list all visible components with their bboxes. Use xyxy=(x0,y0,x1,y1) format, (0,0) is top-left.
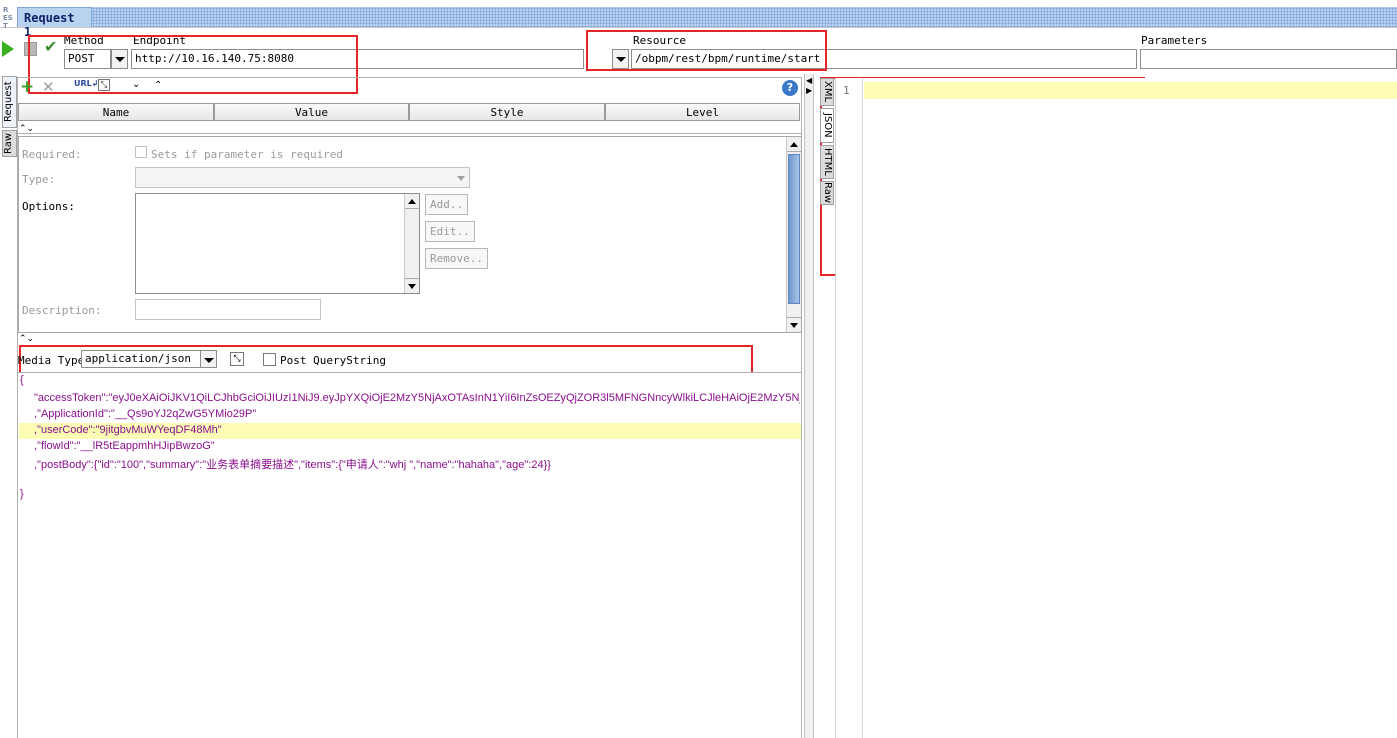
resource-field[interactable]: /obpm/rest/bpm/runtime/start xyxy=(631,49,1137,69)
rest-logo-text: REST xyxy=(3,6,13,30)
media-type-label: Media Type xyxy=(18,354,85,367)
expand-icon[interactable]: ⤡ xyxy=(230,352,244,366)
splitter-toggle[interactable]: ⌃⌄ xyxy=(19,334,34,344)
chevron-up-icon[interactable]: ⌃ xyxy=(154,80,162,91)
tab-bar-background xyxy=(92,7,1397,27)
tab-request[interactable]: Request xyxy=(2,76,17,128)
chevron-down-icon[interactable] xyxy=(200,350,217,368)
rest-logo: REST xyxy=(3,6,17,30)
column-header-level[interactable]: Level xyxy=(605,103,800,121)
column-header-style[interactable]: Style xyxy=(409,103,605,121)
post-querystring-label: Post QueryString xyxy=(280,354,386,367)
type-label: Type: xyxy=(22,173,56,186)
body-line: ,"ApplicationId":"__Qs9oYJ2qZwG5YMio29P" xyxy=(34,408,257,420)
add-icon[interactable]: + xyxy=(20,77,34,97)
scroll-up-icon[interactable] xyxy=(787,137,801,152)
pane-splitter[interactable]: ◀ ▶ xyxy=(804,74,814,738)
check-icon[interactable]: ✔ xyxy=(44,37,60,57)
tab-raw[interactable]: Raw xyxy=(2,130,17,157)
tab-json-label: JSON xyxy=(822,113,833,138)
remove-button[interactable]: Remove.. xyxy=(425,248,488,269)
url-icon[interactable]: URL↲ xyxy=(74,79,98,88)
line-number-gutter xyxy=(836,78,863,738)
tab-raw-response-label: Raw xyxy=(822,182,833,204)
options-scrollbar[interactable] xyxy=(404,194,419,293)
options-list[interactable] xyxy=(135,193,420,294)
chevron-down-icon[interactable] xyxy=(111,49,128,69)
expand-icon[interactable]: ⤡ xyxy=(98,79,110,91)
stop-icon[interactable] xyxy=(24,42,37,56)
current-line-highlight xyxy=(864,82,1397,99)
tab-raw-response[interactable]: Raw xyxy=(820,181,834,205)
tab-html-label: HTML xyxy=(822,148,833,176)
divider xyxy=(18,133,801,134)
details-scrollbar[interactable] xyxy=(786,137,801,332)
scroll-thumb[interactable] xyxy=(788,154,800,304)
body-line: ,"flowId":"__lR5tEappmhHJipBwzoG" xyxy=(34,440,215,452)
collapse-left-icon[interactable]: ◀ xyxy=(806,76,812,85)
tab-request-1[interactable]: Request 1 xyxy=(17,7,92,39)
scroll-down-icon[interactable] xyxy=(405,278,419,293)
required-checkbox[interactable] xyxy=(135,146,147,158)
method-select[interactable]: POST xyxy=(64,49,111,69)
tab-html[interactable]: HTML xyxy=(820,145,834,179)
type-select[interactable] xyxy=(135,167,470,188)
media-type-select[interactable]: application/json xyxy=(81,350,201,368)
parameters-field[interactable] xyxy=(1140,49,1397,69)
collapse-right-icon[interactable]: ▶ xyxy=(806,86,812,95)
resource-label: Resource xyxy=(633,34,686,47)
post-querystring-checkbox[interactable] xyxy=(263,353,276,366)
chevron-down-icon[interactable] xyxy=(457,176,465,181)
param-toolbar: + ✕ URL↲ ⤡ ⌄ ⌃ xyxy=(20,77,220,97)
description-label: Description: xyxy=(22,304,102,317)
response-editor[interactable] xyxy=(835,78,1397,738)
column-header-value[interactable]: Value xyxy=(214,103,409,121)
play-icon[interactable] xyxy=(2,41,14,57)
line-number: 1 xyxy=(843,84,850,97)
chevron-down-icon[interactable]: ⌄ xyxy=(132,79,140,90)
tab-xml[interactable]: XML xyxy=(820,78,834,106)
body-line: "accessToken":"eyJ0eXAiOiJKV1QiLCJhbGciO… xyxy=(34,392,800,404)
help-icon[interactable]: ? xyxy=(782,80,798,96)
options-label: Options: xyxy=(22,200,75,213)
endpoint-label: Endpoint xyxy=(133,34,186,47)
delete-icon[interactable]: ✕ xyxy=(42,78,55,96)
description-field[interactable] xyxy=(135,299,321,320)
chevron-down-icon[interactable] xyxy=(612,49,629,69)
tab-xml-label: XML xyxy=(822,81,833,103)
method-label: Method xyxy=(64,34,104,47)
add-button[interactable]: Add.. xyxy=(425,194,469,215)
required-label: Required: xyxy=(22,148,82,161)
body-line: { xyxy=(20,374,24,386)
tab-json[interactable]: JSON xyxy=(820,108,834,143)
required-checkbox-label: Sets if parameter is required xyxy=(151,148,344,161)
body-line: ,"postBody":{"id":"100","summary":"业务表单摘… xyxy=(34,459,551,471)
endpoint-field[interactable]: http://10.16.140.75:8080 xyxy=(131,49,584,69)
tab-request-label: Request xyxy=(3,81,14,123)
column-header-name[interactable]: Name xyxy=(18,103,214,121)
scroll-up-icon[interactable] xyxy=(405,194,419,209)
edit-button[interactable]: Edit.. xyxy=(425,221,475,242)
body-line: ,"userCode":"9jitgbvMuWYeqDF48Mh" xyxy=(34,424,222,436)
tab-raw-label: Raw xyxy=(3,132,14,155)
scroll-down-icon[interactable] xyxy=(787,317,801,332)
parameters-label: Parameters xyxy=(1141,34,1208,47)
body-line: } xyxy=(20,488,24,500)
